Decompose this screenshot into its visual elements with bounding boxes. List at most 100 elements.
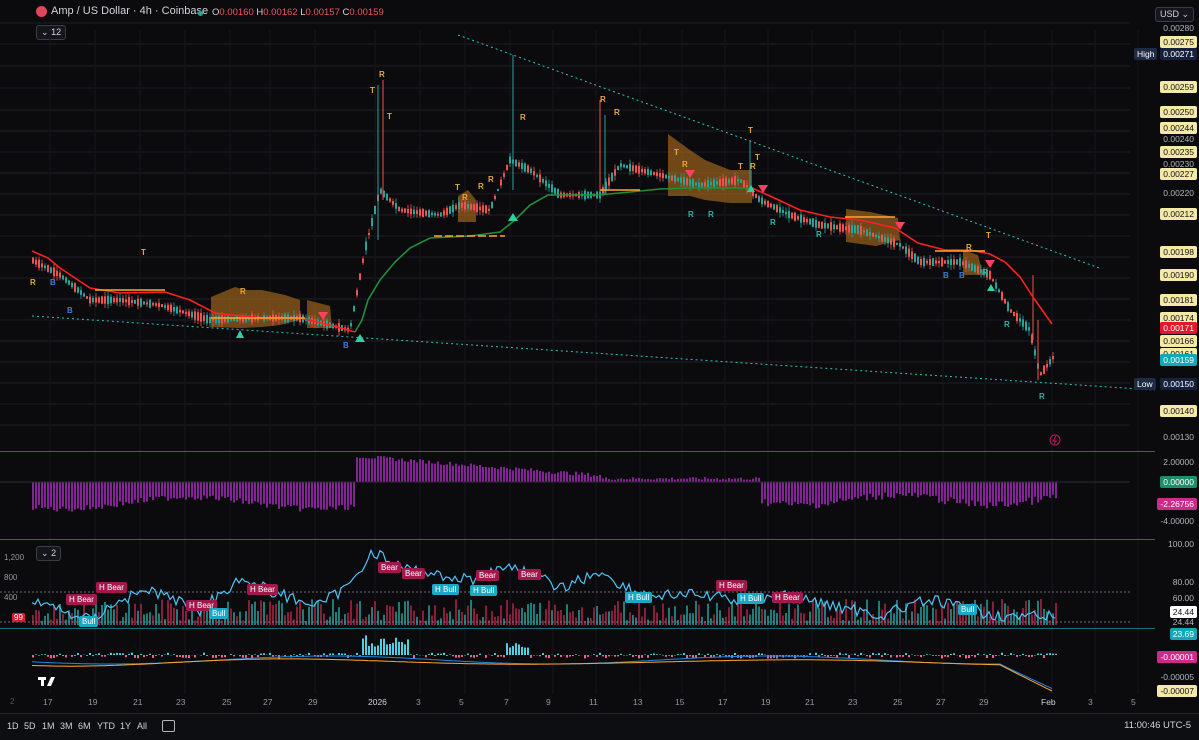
momentum-bar	[869, 482, 871, 494]
momentum-bar	[80, 482, 82, 510]
macd-bar	[308, 653, 310, 655]
momentum-bar	[962, 482, 964, 499]
price-label: 0.00275	[1160, 36, 1197, 48]
macd-bar	[533, 655, 535, 656]
momentum-bar	[491, 467, 493, 482]
clock-readout[interactable]: 11:00:46 UTC-5	[1124, 720, 1191, 731]
macd-bar	[350, 655, 352, 656]
momentum-bar	[581, 472, 583, 482]
momentum-bar	[476, 466, 478, 482]
momentum-bar	[773, 482, 775, 503]
pane-separator[interactable]	[0, 451, 1155, 452]
macd-bar	[395, 638, 397, 655]
momentum-bar	[269, 482, 271, 504]
momentum-bar	[398, 460, 400, 482]
macd-bar	[854, 654, 856, 655]
macd-axis[interactable]: -0.00001-0.00005-0.00007	[1130, 629, 1199, 695]
macd-bar	[785, 655, 787, 656]
price-label: 0.00220	[1160, 187, 1197, 199]
momentum-bar	[989, 482, 991, 502]
momentum-bar	[479, 465, 481, 482]
momentum-bar	[533, 471, 535, 482]
macd-bar	[914, 655, 916, 656]
timeframe-button-all[interactable]: All	[137, 721, 147, 731]
momentum-bar	[53, 482, 55, 510]
macd-bar	[176, 655, 178, 657]
signal-letter: R	[30, 278, 36, 287]
macd-bar	[134, 655, 136, 658]
macd-bar	[530, 655, 532, 658]
timeframe-button-1y[interactable]: 1Y	[120, 721, 131, 731]
momentum-bar	[566, 472, 568, 482]
macd-bar	[98, 653, 100, 655]
momentum-bar	[431, 463, 433, 482]
macd-bar	[560, 655, 562, 657]
timeframe-button-6m[interactable]: 6M	[78, 721, 91, 731]
macd-bar	[446, 655, 448, 656]
macd-bar	[437, 654, 439, 655]
macd-bar	[983, 654, 985, 655]
momentum-bar	[89, 482, 91, 509]
timeframe-button-1m[interactable]: 1M	[42, 721, 55, 731]
momentum-bar	[329, 482, 331, 506]
momentum-bar	[809, 482, 811, 505]
momentum-axis[interactable]: 2.000000.00000-2.26756-4.00000	[1130, 452, 1199, 538]
momentum-bar	[1010, 482, 1012, 505]
momentum-bar	[155, 482, 157, 497]
momentum-bar	[848, 482, 850, 499]
momentum-bar	[959, 482, 961, 503]
momentum-bar	[107, 482, 109, 505]
divergence-chip: Bull	[958, 604, 977, 615]
momentum-bar	[173, 482, 175, 498]
momentum-bar	[854, 482, 856, 497]
timeframe-button-ytd[interactable]: YTD	[97, 721, 115, 731]
momentum-bar	[116, 482, 118, 507]
macd-bar	[986, 655, 988, 658]
macd-bar	[878, 653, 880, 655]
macd-bar	[548, 655, 550, 658]
macd-bar	[413, 655, 415, 658]
momentum-bar	[1016, 482, 1018, 506]
momentum-bar	[506, 468, 508, 482]
momentum-bar	[362, 458, 364, 482]
macd-bar	[713, 655, 715, 657]
timeframe-button-1d[interactable]: 1D	[7, 721, 19, 731]
macd-bar	[1034, 655, 1036, 656]
macd-bar	[596, 655, 598, 657]
macd-bar	[59, 654, 61, 655]
signal-letter: T	[370, 86, 375, 95]
momentum-bar	[1007, 482, 1009, 507]
macd-bar	[1046, 654, 1048, 655]
macd-bar	[44, 654, 46, 655]
macd-bar	[1004, 655, 1006, 656]
divergence-chip: H Bull	[737, 593, 764, 604]
momentum-bar	[779, 482, 781, 503]
timeframe-button-5d[interactable]: 5D	[24, 721, 36, 731]
momentum-bar	[383, 456, 385, 482]
momentum-bar	[758, 478, 760, 482]
momentum-bar	[1052, 482, 1054, 495]
macd-bar	[407, 639, 409, 655]
momentum-bar	[212, 482, 214, 496]
date-range-icon[interactable]	[162, 720, 175, 732]
momentum-bar	[83, 482, 85, 510]
momentum-bar	[236, 482, 238, 500]
momentum-bar	[788, 482, 790, 505]
momentum-bar	[77, 482, 79, 509]
macd-bar	[182, 655, 184, 658]
momentum-bar	[239, 482, 241, 498]
momentum-bar	[281, 482, 283, 507]
time-axis[interactable]: 1719212325272920263579111315171921232527…	[0, 694, 1155, 710]
macd-bar	[377, 646, 379, 655]
momentum-bar	[248, 482, 250, 504]
momentum-bar	[317, 482, 319, 508]
signal-letter: B	[343, 341, 349, 350]
momentum-bar	[977, 482, 979, 502]
momentum-bar	[842, 482, 844, 501]
signal-letter: R	[600, 95, 606, 104]
macd-bar	[554, 655, 556, 657]
timeframe-button-3m[interactable]: 3M	[60, 721, 73, 731]
macd-bar	[80, 655, 82, 657]
macd-bar	[458, 655, 460, 658]
momentum-bar	[764, 482, 766, 499]
